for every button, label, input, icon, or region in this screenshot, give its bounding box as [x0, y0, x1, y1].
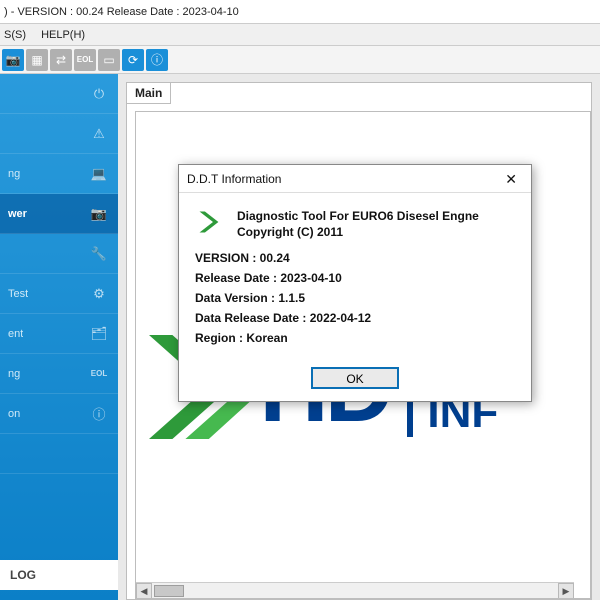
- folder-icon: 🗂: [88, 323, 110, 345]
- sidebar-item-label: ent: [8, 328, 23, 340]
- sidebar-item-label: on: [8, 408, 20, 420]
- sidebar-item-empty[interactable]: [0, 434, 118, 474]
- toolbar-grid-button[interactable]: ▦: [26, 49, 48, 71]
- blank-icon: [88, 443, 110, 465]
- toolbar-info-button[interactable]: ⓘ: [146, 49, 168, 71]
- info-icon: ⓘ: [88, 403, 110, 425]
- monitor-icon: 💻: [88, 163, 110, 185]
- window-titlebar: ) - VERSION : 00.24 Release Date : 2023-…: [0, 0, 600, 24]
- menu-item-help[interactable]: HELP(H): [41, 29, 85, 41]
- app-logo-icon: [195, 207, 225, 240]
- scrollbar-thumb[interactable]: [154, 585, 184, 597]
- sidebar-log-section[interactable]: LOG: [0, 560, 118, 590]
- warning-icon: ⚠: [88, 123, 110, 145]
- toolbar-link-button[interactable]: ⇄: [50, 49, 72, 71]
- wrench-icon: 🔧: [88, 243, 110, 265]
- scroll-right-arrow-icon[interactable]: ▶: [558, 583, 574, 599]
- sidebar-item-warning[interactable]: ⚠: [0, 114, 118, 154]
- dialog-data-release-date: Data Release Date : 2022-04-12: [195, 311, 515, 325]
- dialog-release-date: Release Date : 2023-04-10: [195, 271, 515, 285]
- close-icon[interactable]: ✕: [499, 165, 523, 193]
- dialog-body: Diagnostic Tool For EURO6 Disesel Engne …: [179, 193, 531, 361]
- about-dialog: D.D.T Information ✕ Diagnostic Tool For …: [178, 164, 532, 402]
- window-title: ) - VERSION : 00.24 Release Date : 2023-…: [4, 6, 239, 18]
- sidebar-item-camera[interactable]: wer 📷: [0, 194, 118, 234]
- toolbar: 📷 ▦ ⇄ EOL ▭ ⟳ ⓘ: [0, 46, 600, 74]
- sidebar-item-label: ng: [8, 368, 20, 380]
- sidebar-log-label: LOG: [10, 568, 36, 582]
- camera-icon: 📷: [88, 203, 110, 225]
- sidebar-item-tools[interactable]: 🔧: [0, 234, 118, 274]
- eol-icon: EOL: [88, 363, 110, 385]
- sidebar-item-monitor[interactable]: ng 💻: [0, 154, 118, 194]
- scroll-left-arrow-icon[interactable]: ◀: [136, 583, 152, 599]
- dialog-version: VERSION : 00.24: [195, 251, 515, 265]
- sidebar-item-eol[interactable]: ng EOL: [0, 354, 118, 394]
- dialog-description-line1: Diagnostic Tool For EURO6 Disesel Engne: [237, 209, 479, 223]
- gear-icon: ⚙: [88, 283, 110, 305]
- sidebar: ⏻ ⚠ ng 💻 wer 📷 🔧 Test ⚙ ent 🗂 ng EOL: [0, 74, 118, 600]
- menubar: S(S) HELP(H): [0, 24, 600, 46]
- sidebar-item-power[interactable]: ⏻: [0, 74, 118, 114]
- menu-item-s[interactable]: S(S): [4, 29, 26, 41]
- toolbar-panel-button[interactable]: ▭: [98, 49, 120, 71]
- ok-button[interactable]: OK: [311, 367, 399, 389]
- sidebar-item-management[interactable]: ent 🗂: [0, 314, 118, 354]
- sidebar-item-label: wer: [8, 208, 27, 220]
- toolbar-eol-button[interactable]: EOL: [74, 49, 96, 71]
- dialog-region: Region : Korean: [195, 331, 515, 345]
- sidebar-item-info[interactable]: on ⓘ: [0, 394, 118, 434]
- power-icon: ⏻: [88, 83, 110, 105]
- panel-title: Main: [127, 83, 171, 104]
- toolbar-camera-button[interactable]: 📷: [2, 49, 24, 71]
- horizontal-scrollbar[interactable]: ◀ ▶: [136, 582, 574, 598]
- dialog-titlebar: D.D.T Information ✕: [179, 165, 531, 193]
- sidebar-item-label: ng: [8, 168, 20, 180]
- dialog-title: D.D.T Information: [187, 165, 281, 193]
- dialog-data-version: Data Version : 1.1.5: [195, 291, 515, 305]
- dialog-copyright: Copyright (C) 2011: [237, 225, 479, 239]
- sidebar-item-label: Test: [8, 288, 28, 300]
- sidebar-item-test[interactable]: Test ⚙: [0, 274, 118, 314]
- toolbar-refresh-button[interactable]: ⟳: [122, 49, 144, 71]
